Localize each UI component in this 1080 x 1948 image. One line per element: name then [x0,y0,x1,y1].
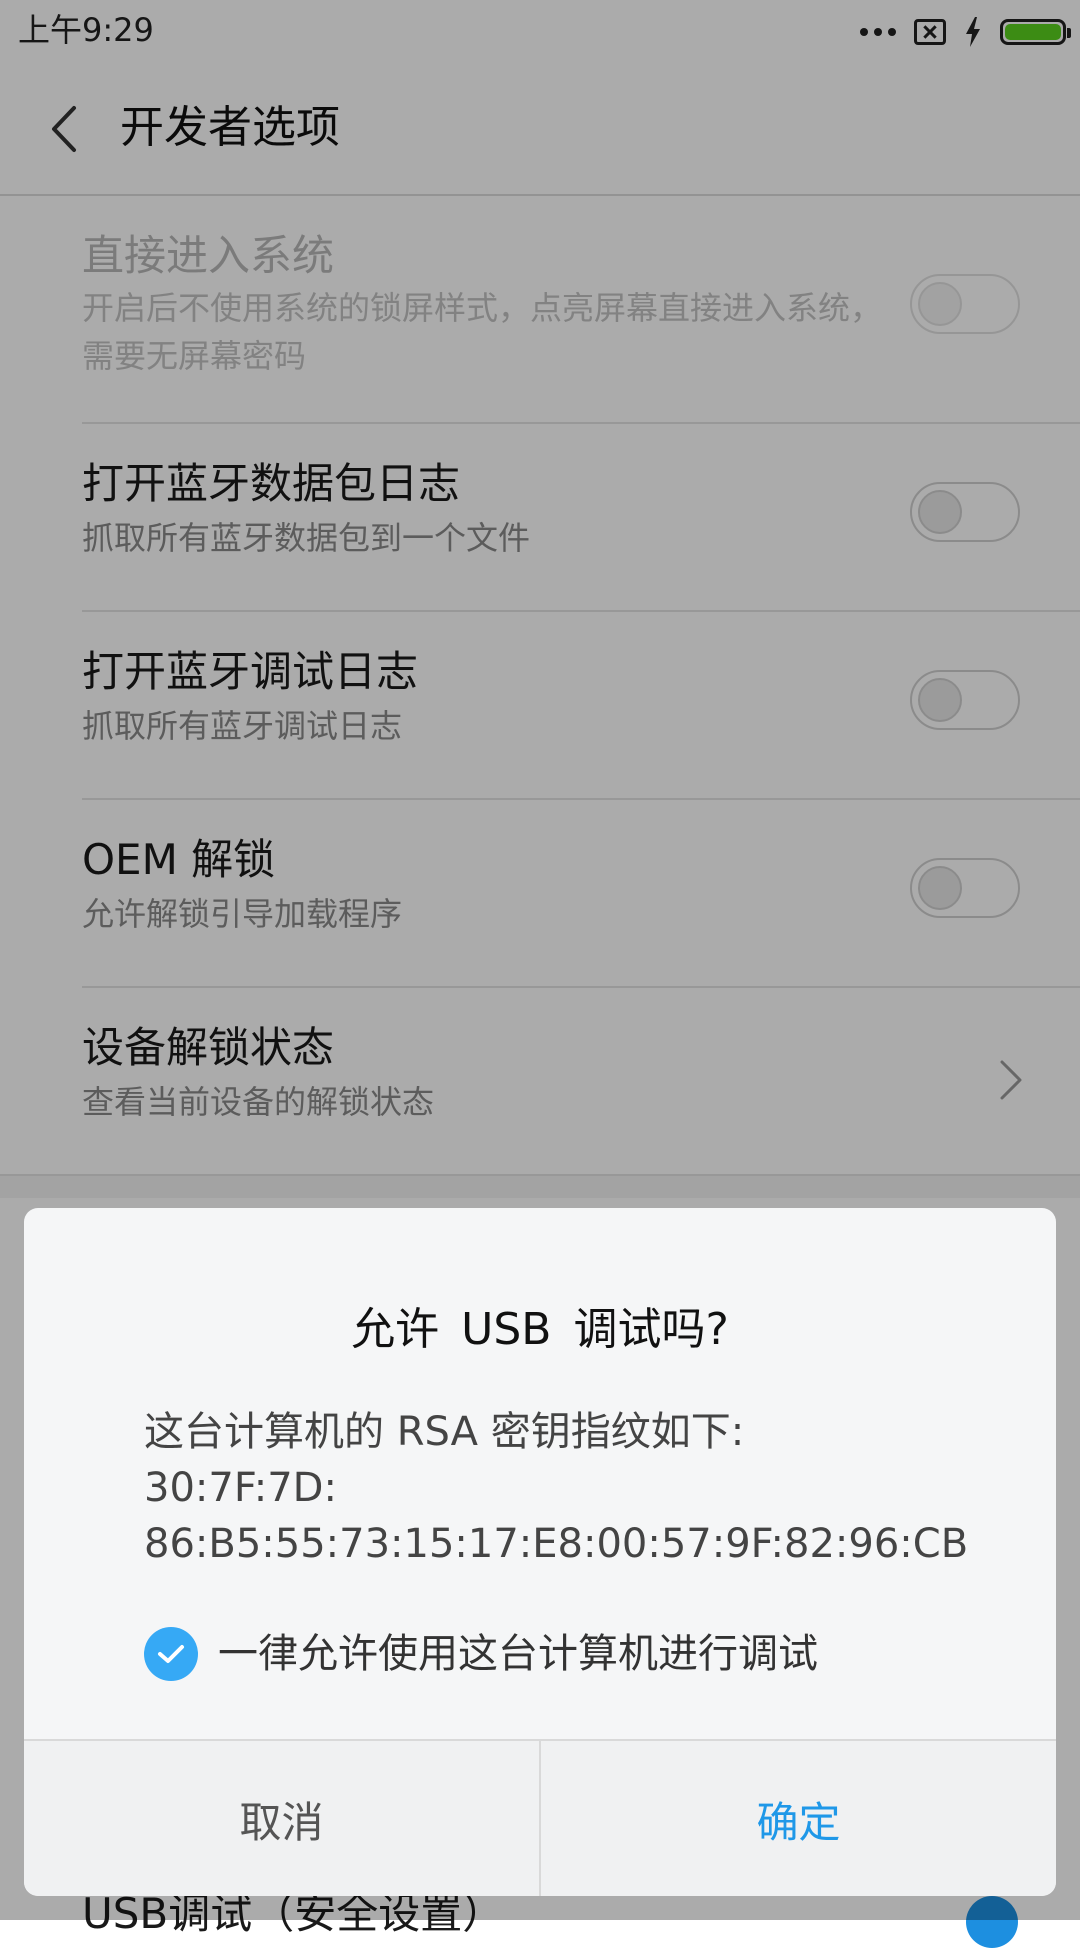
dialog-button-bar: 取消 确定 [24,1739,1056,1896]
message-line: 这台计算机的 RSA 密钥指纹如下: [144,1409,745,1455]
checkbox-label: 一律允许使用这台计算机进行调试 [218,1631,818,1677]
always-allow-checkbox-row[interactable]: 一律允许使用这台计算机进行调试 [144,1626,818,1682]
cancel-button[interactable]: 取消 [24,1741,541,1896]
checkmark-icon [158,1645,184,1663]
dialog-message: 这台计算机的 RSA 密钥指纹如下: 30:7F:7D: 86:B5:55:73… [144,1404,1004,1572]
always-allow-checkbox[interactable] [144,1627,198,1681]
message-line: 30:7F:7D: [144,1465,337,1511]
message-line: 86:B5:55:73:15:17:E8:00:57:9F:82:96:CB [144,1521,969,1567]
confirm-button[interactable]: 确定 [541,1741,1056,1896]
developer-options-screen: 上午9:29 开发者选项 直接进入系统 开启后不使用系统的锁屏样式，点亮屏幕直接… [0,0,1080,1948]
dialog-title: 允许 USB 调试吗? [351,1304,729,1355]
usb-debug-dialog: 允许 USB 调试吗? 这台计算机的 RSA 密钥指纹如下: 30:7F:7D:… [24,1208,1056,1896]
